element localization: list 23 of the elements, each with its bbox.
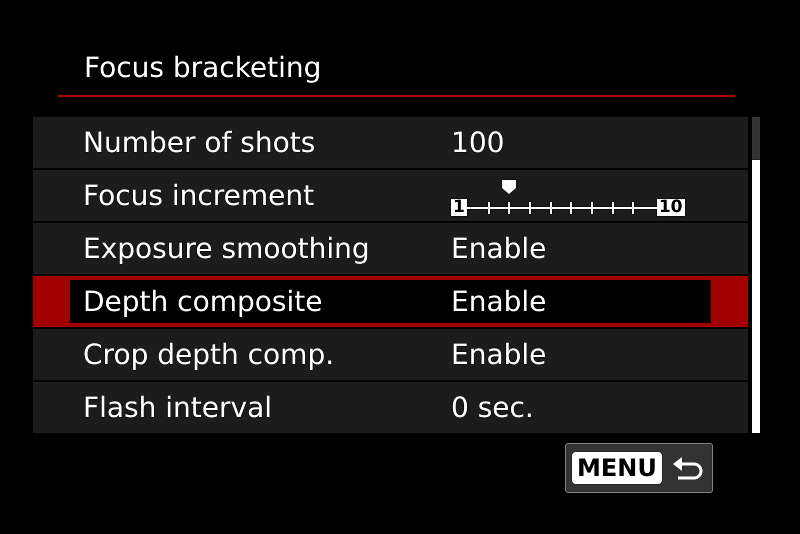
menu-row[interactable]: Crop depth comp. Enable [33, 329, 748, 380]
setting-label: Depth composite [83, 284, 324, 320]
setting-label: Number of shots [83, 124, 316, 160]
menu-row[interactable]: Focus increment 1 10 [33, 170, 748, 221]
setting-label: Exposure smoothing [83, 230, 371, 266]
setting-value: Enable [451, 284, 546, 320]
scrollbar[interactable] [752, 117, 760, 433]
scale-min-label: 1 [451, 198, 467, 216]
menu-row[interactable]: Number of shots 100 [33, 117, 748, 168]
setting-label: Focus increment [83, 178, 316, 214]
setting-value: 0 sec. [451, 390, 534, 426]
scale-max-label: 10 [656, 198, 685, 216]
setting-label: Crop depth comp. [83, 336, 336, 372]
setting-label: Flash interval [83, 390, 274, 426]
menu-back-button[interactable]: MENU [565, 443, 713, 493]
screen-title: Focus bracketing [84, 50, 322, 86]
setting-value: 100 [451, 124, 504, 160]
menu-row[interactable]: Flash interval 0 sec. [33, 382, 748, 433]
menu-row[interactable]: Exposure smoothing Enable [33, 223, 748, 274]
setting-value: Enable [451, 336, 546, 372]
menu-row[interactable]: Depth composite Enable [33, 276, 748, 327]
menu-key-label: MENU [572, 452, 662, 484]
setting-value: Enable [451, 230, 546, 266]
